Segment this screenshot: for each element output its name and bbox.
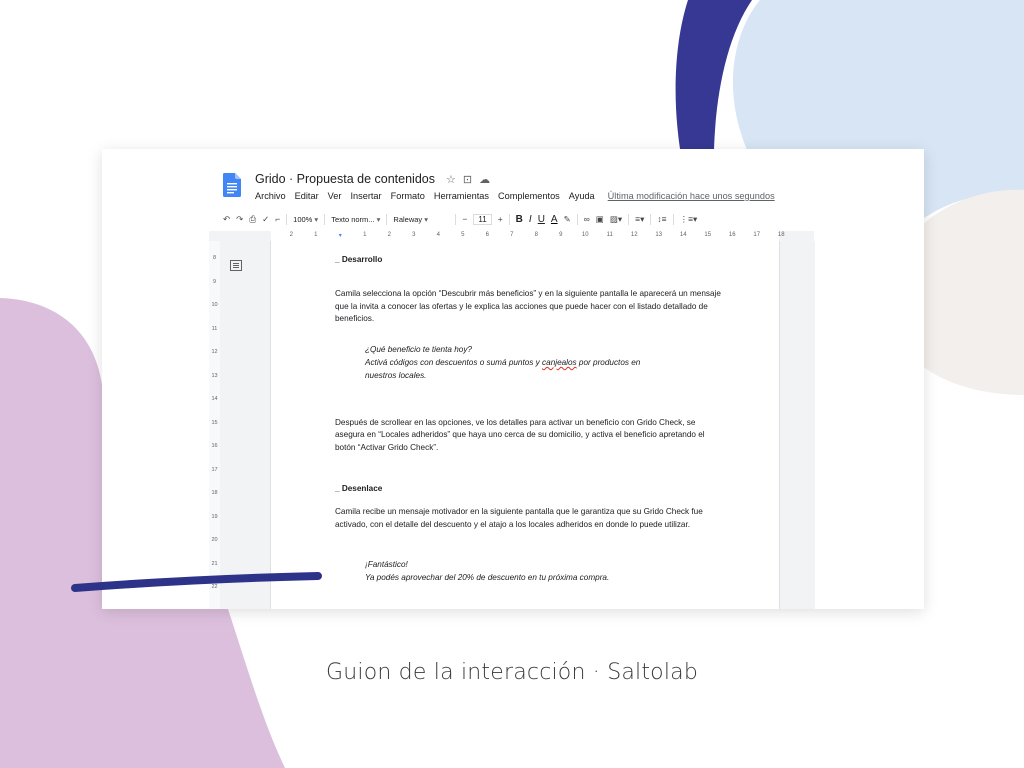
- zoom-select[interactable]: 100%: [293, 215, 318, 224]
- quote-block: ¡Fantástico! Ya podés aprovechar del 20%…: [335, 559, 727, 585]
- toolbar-divider: [455, 213, 457, 225]
- text-color-button[interactable]: A: [551, 214, 558, 225]
- google-docs-icon[interactable]: [223, 173, 241, 197]
- menu-herramientas[interactable]: Herramientas: [434, 191, 489, 201]
- menu-ayuda[interactable]: Ayuda: [569, 191, 595, 201]
- font-size-input[interactable]: 11: [473, 213, 492, 225]
- align-icon[interactable]: ≡▾: [635, 214, 644, 225]
- decrease-font-size-button[interactable]: −: [462, 214, 467, 224]
- document-outline-icon[interactable]: [230, 260, 242, 271]
- vertical-ruler-numbers: 8 9 10 11 12 13 14 15 16 17 18 19 20 21 …: [211, 255, 218, 590]
- toolbar-divider: [286, 213, 288, 225]
- menu-archivo[interactable]: Archivo: [255, 191, 286, 201]
- toolbar: ↶ ↷ ⎙ ✓ ⌐ 100% Texto norm... Raleway − 1…: [223, 210, 815, 228]
- toolbar-divider: [386, 213, 388, 225]
- quote-line: ¿Qué beneficio te tienta hoy?: [365, 345, 472, 355]
- spelling-error[interactable]: canjealos: [542, 358, 577, 367]
- style-select[interactable]: Texto norm...: [331, 215, 380, 224]
- link-icon[interactable]: ∞: [584, 214, 590, 224]
- google-docs-window: Grido · Propuesta de contenidos ☆ ⊡ ☁ Ar…: [102, 149, 924, 609]
- paint-format-icon[interactable]: ⌐: [275, 214, 280, 224]
- star-icon[interactable]: ☆: [446, 173, 456, 186]
- image-icon[interactable]: ▨▾: [610, 214, 622, 225]
- undo-icon[interactable]: ↶: [223, 214, 230, 225]
- underline-button[interactable]: U: [538, 214, 545, 225]
- toolbar-divider: [576, 213, 578, 225]
- toolbar-divider: [672, 213, 674, 225]
- bold-button[interactable]: B: [516, 214, 523, 225]
- title-row: Grido · Propuesta de contenidos ☆ ⊡ ☁: [255, 171, 490, 187]
- print-icon[interactable]: ⎙: [249, 214, 256, 225]
- toolbar-divider: [508, 213, 510, 225]
- paragraph: Después de scrollear en las opciones, ve…: [335, 417, 705, 453]
- folder-icon[interactable]: ⊡: [463, 173, 472, 186]
- heading-desarrollo: _ Desarrollo: [335, 255, 383, 264]
- menu-insertar[interactable]: Insertar: [350, 191, 381, 201]
- numbered-list-icon[interactable]: ⋮≡▾: [680, 214, 698, 225]
- document-page[interactable]: _ Desarrollo Camila selecciona la opción…: [270, 241, 780, 609]
- document-title[interactable]: Grido · Propuesta de contenidos: [255, 172, 435, 186]
- paragraph: Camila recibe un mensaje motivador en la…: [335, 506, 703, 529]
- quote-line: nuestros locales.: [365, 370, 427, 380]
- toolbar-divider: [628, 213, 630, 225]
- quote-line: Activá códigos con descuentos o sumá pun…: [365, 357, 641, 367]
- document-body[interactable]: _ Desarrollo Camila selecciona la opción…: [335, 254, 727, 585]
- cloud-icon[interactable]: ☁: [479, 173, 490, 186]
- caption: Guion de la interacción · Saltolab: [325, 660, 698, 685]
- line-spacing-icon[interactable]: ↕≡: [657, 214, 666, 224]
- menu-bar: Archivo Editar Ver Insertar Formato Herr…: [255, 191, 775, 201]
- menu-formato[interactable]: Formato: [391, 191, 425, 201]
- comment-icon[interactable]: ▣: [596, 214, 604, 225]
- paragraph: Camila selecciona la opción “Descubrir m…: [335, 288, 721, 324]
- highlight-icon[interactable]: ✎: [564, 214, 571, 225]
- redo-icon[interactable]: ↷: [236, 214, 243, 225]
- font-select[interactable]: Raleway: [393, 215, 449, 224]
- increase-font-size-button[interactable]: +: [498, 214, 503, 224]
- ruler-numbers: 2 1 ▾ 1 2 3 4 5 6 7 8 9 10 11 12 13 14 1…: [289, 232, 785, 239]
- toolbar-divider: [324, 213, 326, 225]
- quote-block: ¿Qué beneficio te tienta hoy? Activá cód…: [335, 344, 727, 382]
- indent-marker-icon[interactable]: ▾: [328, 232, 353, 239]
- menu-complementos[interactable]: Complementos: [498, 191, 560, 201]
- quote-line: Ya podés aprovechar del 20% de descuento…: [365, 573, 610, 583]
- heading-desenlace: _ Desenlace: [335, 483, 383, 493]
- quote-line: ¡Fantástico!: [365, 560, 408, 570]
- menu-editar[interactable]: Editar: [295, 191, 319, 201]
- title-icons: ☆ ⊡ ☁: [446, 173, 490, 186]
- spellcheck-icon[interactable]: ✓: [262, 214, 269, 225]
- last-modified-link[interactable]: Última modificación hace unos segundos: [608, 191, 775, 201]
- italic-button[interactable]: I: [529, 214, 532, 225]
- menu-ver[interactable]: Ver: [328, 191, 342, 201]
- toolbar-divider: [650, 213, 652, 225]
